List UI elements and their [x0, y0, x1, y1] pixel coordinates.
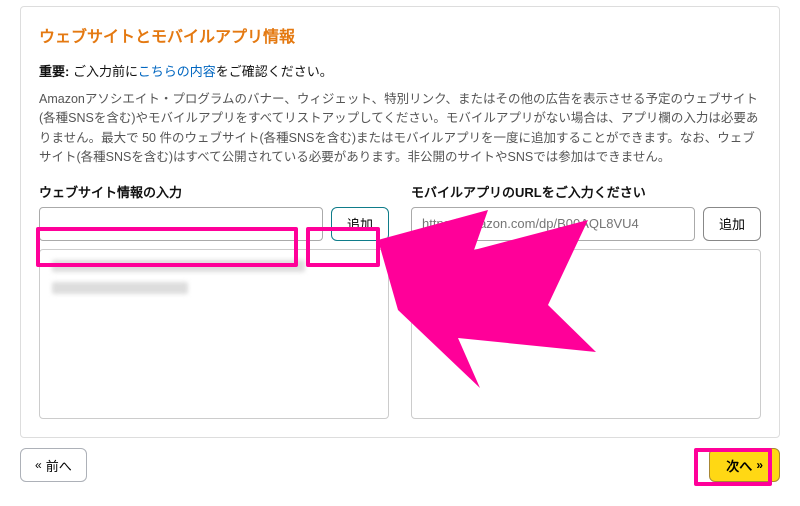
website-listbox — [39, 249, 389, 419]
website-label: ウェブサイト情報の入力 — [39, 182, 389, 201]
description-text: Amazonアソシエイト・プログラムのバナー、ウィジェット、特別リンク、またはそ… — [39, 90, 761, 168]
important-notice: 重要: ご入力前にこちらの内容をご確認ください。 — [39, 61, 761, 80]
next-button[interactable]: 次へ » — [709, 448, 780, 482]
info-card: ウェブサイトとモバイルアプリ情報 重要: ご入力前にこちらの内容をご確認ください… — [20, 6, 780, 438]
chevron-left-icon: « — [35, 458, 42, 472]
website-input-row: 追加 — [39, 207, 389, 241]
card-title: ウェブサイトとモバイルアプリ情報 — [39, 23, 761, 47]
prev-label: 前へ — [46, 456, 72, 475]
mobile-url-input[interactable] — [411, 207, 695, 241]
important-link[interactable]: こちらの内容 — [138, 64, 216, 79]
important-label: 重要: — [39, 64, 69, 79]
mobile-column: モバイルアプリのURLをご入力ください 追加 — [411, 182, 761, 419]
prev-button[interactable]: « 前へ — [20, 448, 87, 482]
list-item — [52, 282, 188, 294]
next-label: 次へ — [726, 456, 752, 475]
website-column: ウェブサイト情報の入力 追加 — [39, 182, 389, 419]
list-item — [52, 260, 305, 272]
important-after: をご確認ください。 — [216, 64, 333, 79]
mobile-input-row: 追加 — [411, 207, 761, 241]
mobile-add-button[interactable]: 追加 — [703, 207, 761, 241]
columns: ウェブサイト情報の入力 追加 モバイルアプリのURLをご入力ください 追加 — [39, 182, 761, 419]
bottom-nav: « 前へ 次へ » — [20, 448, 780, 482]
mobile-listbox — [411, 249, 761, 419]
chevron-right-icon: » — [756, 458, 763, 472]
important-before: ご入力前に — [69, 64, 137, 79]
mobile-label: モバイルアプリのURLをご入力ください — [411, 182, 761, 201]
website-add-button[interactable]: 追加 — [331, 207, 389, 241]
website-input[interactable] — [39, 207, 323, 241]
